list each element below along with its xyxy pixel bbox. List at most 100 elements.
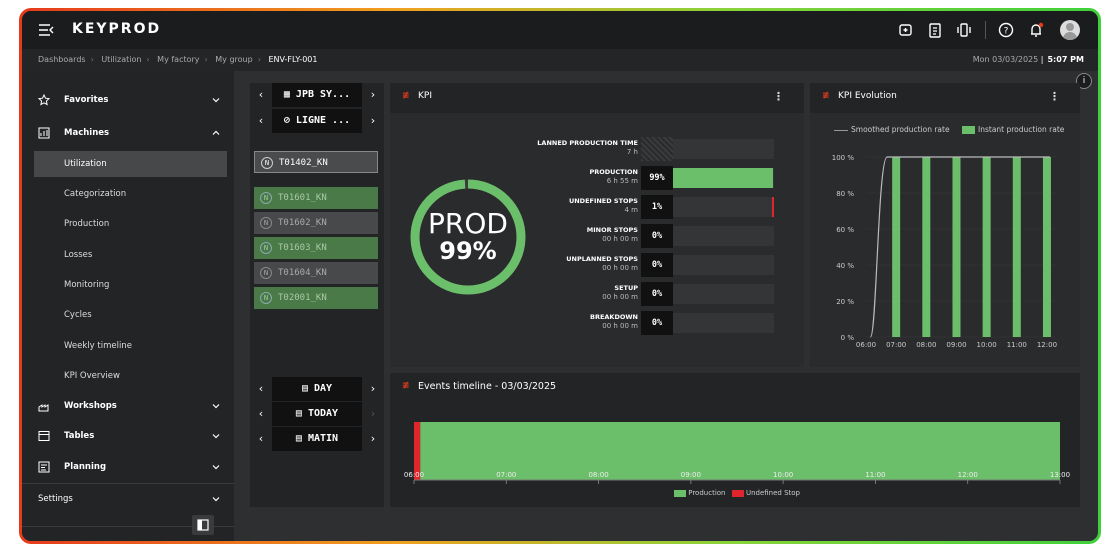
kpi-row-name: UNDEFINED STOPS 4 m [568,197,638,214]
chevron-down-icon [212,98,220,103]
clipboard-icon[interactable] [927,22,943,38]
machine-item[interactable]: N T01604_KN [254,262,378,284]
sidebar-item-planning[interactable]: Planning [22,453,234,481]
kpi-evolution-title: KPI Evolution [838,91,897,101]
next-arrow-icon: › [370,407,376,420]
kpi-row: MINOR STOPS 00 h 00 m 0% [390,224,774,248]
machines-icon [38,127,50,139]
planning-icon [38,461,50,473]
x-tick-label: 08:00 [916,341,936,349]
prev-arrow-icon[interactable]: ‹ [250,377,272,401]
y-tick-label: 60 % [836,226,854,234]
machine-item[interactable]: N T01601_KN [254,187,378,209]
shift-select[interactable]: ▤ MATIN [272,427,362,451]
machine-status-icon: N [260,217,272,229]
events-timeline-chart: 06:00 07:00 08:00 09:00 10:00 11:00 12:00 13:00 [404,422,1070,484]
site-select[interactable]: ▦ JPB SY... [272,83,362,107]
kpi-row-name: BREAKDOWN 00 h 00 m [590,313,638,330]
breadcrumb: Dashboards › Utilization › My factory › My … [22,49,1098,71]
kpi-card: ≢ KPI ⋮ PROD 99% LANNED PRODUCTION TIME 7… [390,83,804,367]
app-frame: KEYPROD ? Dashboards › Utilization › My fa… [19,8,1101,544]
sidebar-item-machines[interactable]: Machines [22,119,234,147]
sidebar-sub-cycles[interactable]: Cycles [34,302,227,328]
chevron-down-icon [212,465,220,470]
settings-label: Settings [38,494,73,504]
prev-arrow-icon[interactable]: ‹ [250,427,272,451]
kpi-evolution-chart: 100 % 80 % 60 % 40 % 20 % 0 %06:00 07:00 08:00 0… [832,154,1057,349]
legend-undefined-label: Undefined Stop [745,489,800,497]
legend-production-swatch [674,489,686,497]
avatar[interactable] [1060,20,1080,40]
sidebar-settings[interactable]: Settings [22,483,234,513]
machine-item[interactable]: N T02001_KN [254,287,378,309]
next-arrow-icon[interactable]: › [362,83,384,107]
kpi-row-percent [641,137,673,161]
kpi-row-bar-fill [673,168,773,188]
sidebar-sub-monitoring[interactable]: Monitoring [34,272,227,298]
top-bar: KEYPROD ? [22,11,1098,49]
machine-label: T01603_KN [278,243,327,253]
kpi-row-bar [673,255,774,275]
prev-arrow-icon[interactable]: ‹ [250,109,272,133]
kpi-row-duration: 00 h 00 m [602,264,638,272]
site-value: JPB SY... [295,89,351,100]
machine-label: T01604_KN [278,268,327,278]
events-date: - 03/03/2025 [494,381,557,392]
legend-instant-label: Instant production rate [978,125,1065,134]
events-legend: Production Undefined Stop [674,489,800,497]
breadcrumb-item[interactable]: My group [215,55,252,64]
machine-item[interactable]: N T01602_KN [254,212,378,234]
breadcrumb-item[interactable]: My factory [157,55,199,64]
breadcrumb-item[interactable]: Dashboards [38,55,86,64]
instant-rate-bar [982,157,991,337]
breadcrumb-item[interactable]: Utilization [101,55,141,64]
add-dashboard-icon[interactable] [898,22,914,38]
day-selector: ‹ ▤ TODAY › [250,402,384,426]
kpi-row-percent: 99% [641,166,673,190]
kpi-body: PROD 99% LANNED PRODUCTION TIME 7 h PRODUC… [390,113,804,367]
sidebar-sub-categorization[interactable]: Categorization [34,181,227,207]
sidebar: Favorites Machines Utilization Categoriz… [22,71,234,541]
breadcrumb-current: ENV-FLY-001 [268,55,318,64]
sidebar-item-favorites[interactable]: Favorites [22,86,234,114]
chevron-up-icon [212,130,220,135]
machine-item[interactable]: N T01402_KN [254,151,378,173]
shift-value: MATIN [307,433,339,444]
period-select[interactable]: ▤ DAY [272,377,362,401]
line-select[interactable]: ⊘ LIGNE ... [272,109,362,133]
sidebar-sub-production[interactable]: Production [34,211,227,237]
kpi-evolution-menu-icon[interactable]: ⋮ [1049,90,1060,103]
sidebar-sub-utilization[interactable]: Utilization [34,151,227,177]
time-tick-label: 09:00 [681,471,701,479]
sidebar-item-workshops[interactable]: Workshops [22,392,234,420]
menu-toggle-icon[interactable] [39,24,55,36]
sidebar-sub-kpi-overview[interactable]: KPI Overview [34,363,227,389]
sidebar-item-tables[interactable]: Tables [22,422,234,450]
prev-arrow-icon[interactable]: ‹ [250,402,272,426]
sidebar-item-label: Machines [64,128,110,138]
prev-arrow-icon[interactable]: ‹ [250,83,272,107]
legend-instant: Instant production rate [962,125,1064,134]
events-logo-icon: ≢ [402,381,410,391]
next-arrow-icon[interactable]: › [362,377,384,401]
site-selector: ‹ ▦ JPB SY... › [250,83,384,107]
period-value: DAY [313,383,333,394]
sidebar-sub-weekly-timeline[interactable]: Weekly timeline [34,333,227,359]
kpi-logo-icon: ≢ [402,91,410,101]
sidebar-sub-losses[interactable]: Losses [34,242,227,268]
app-logo[interactable]: KEYPROD [72,21,161,37]
machine-item[interactable]: N T01603_KN [254,237,378,259]
kpi-row: SETUP 00 h 00 m 0% [390,282,774,306]
collapse-sidebar-button[interactable] [192,515,214,535]
kpi-row: UNDEFINED STOPS 4 m 1% [390,195,774,219]
notifications-icon[interactable] [1028,22,1044,38]
time-tick-label: 06:00 [404,471,424,479]
kpi-row-duration: 00 h 00 m [602,322,638,330]
kpi-menu-icon[interactable]: ⋮ [773,90,784,103]
day-select[interactable]: ▤ TODAY [272,402,362,426]
next-arrow-icon[interactable]: › [362,427,384,451]
help-icon[interactable]: ? [998,22,1014,38]
device-vibrate-icon[interactable] [956,22,972,38]
kpi-row-name: LANNED PRODUCTION TIME 7 h [537,139,638,156]
next-arrow-icon[interactable]: › [362,109,384,133]
